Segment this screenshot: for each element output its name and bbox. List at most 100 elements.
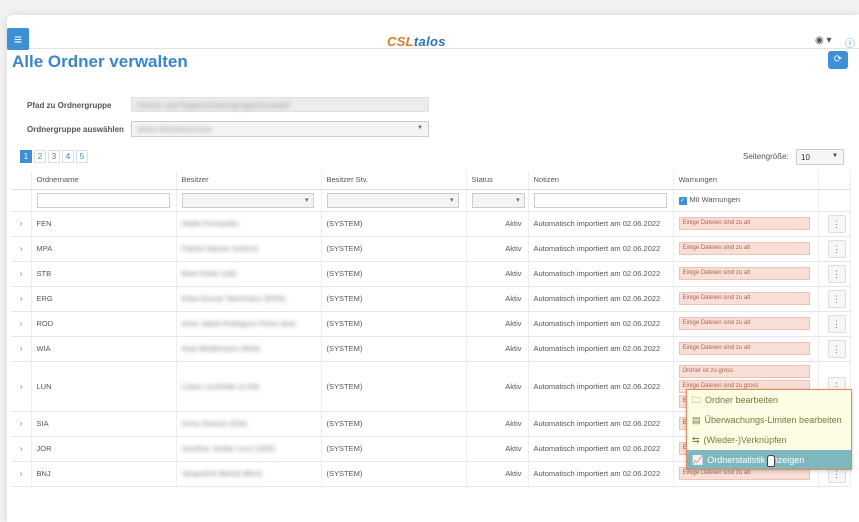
page-button[interactable]: 4 bbox=[62, 150, 74, 163]
expand-chevron-icon[interactable]: › bbox=[12, 261, 32, 287]
folder-name: BNJ bbox=[31, 461, 177, 487]
page-title: Alle Ordner verwalten bbox=[12, 52, 188, 71]
more-options-icon[interactable]: ⋮ bbox=[827, 339, 846, 358]
page-size-label: Seitengröße: bbox=[743, 152, 789, 161]
page-button[interactable]: 3 bbox=[48, 150, 60, 163]
expand-chevron-icon[interactable]: › bbox=[12, 411, 32, 437]
folder-name: STB bbox=[31, 261, 177, 287]
chevron-down-icon: ▼ bbox=[832, 153, 838, 159]
owner-name: Lukas Lunzhofer (LUN) bbox=[181, 381, 260, 391]
owner-name: Erika Gruner Steinmann (ERG) bbox=[181, 294, 286, 303]
brand-logo: CSLtalos bbox=[387, 34, 446, 49]
expand-chevron-icon[interactable]: › bbox=[12, 311, 32, 337]
expand-chevron-icon[interactable]: › bbox=[12, 336, 32, 362]
status-text: Aktiv bbox=[466, 236, 529, 262]
expand-chevron-icon[interactable]: › bbox=[12, 286, 32, 312]
name-filter-input[interactable] bbox=[36, 192, 170, 208]
page-button[interactable]: 2 bbox=[34, 150, 46, 163]
hamburger-menu-icon[interactable]: ≡ bbox=[7, 28, 29, 50]
owner-name: Haide Fernandez bbox=[181, 219, 240, 228]
warnings-checkbox[interactable]: ✓ bbox=[678, 196, 687, 205]
expand-chevron-icon[interactable]: › bbox=[12, 461, 32, 487]
owner-name: Jacqueline Benoit (BNJ) bbox=[181, 469, 262, 478]
owner-name: Anna Simonis (SIA) bbox=[181, 419, 247, 428]
page-button[interactable]: 5 bbox=[76, 150, 88, 163]
chevron-down-icon: ▼ bbox=[417, 125, 423, 131]
table-row[interactable]: › MPA Patrick Maurer (extern) (SYSTEM) A… bbox=[12, 236, 851, 262]
more-options-icon[interactable]: ⋮ bbox=[827, 314, 846, 333]
notes-text: Automatisch importiert am 02.06.2022 bbox=[528, 211, 674, 237]
path-label: Pfad zu Ordnergruppe bbox=[27, 101, 112, 110]
group-label: Ordnergruppe auswählen bbox=[27, 125, 124, 134]
context-menu-item[interactable]: ▤ Überwachungs-Limiten bearbeiten bbox=[687, 410, 851, 430]
deputy-name: (SYSTEM) bbox=[321, 211, 467, 237]
context-menu-item[interactable]: 🗀 Ordner bearbeiten bbox=[687, 390, 851, 410]
warning-badge: Einige Dateien sind zu alt bbox=[678, 217, 810, 230]
notes-text: Automatisch importiert am 02.06.2022 bbox=[528, 261, 674, 287]
expand-chevron-icon[interactable]: › bbox=[12, 361, 32, 412]
owner-name: Irene Jakob Rodriguez Perez (ext) bbox=[181, 319, 296, 328]
pagination: 12345 bbox=[20, 150, 90, 163]
notes-text: Automatisch importiert am 02.06.2022 bbox=[528, 311, 674, 337]
filter-row: ✓Mit Warnungen bbox=[12, 189, 851, 212]
folder-icon: 🗀 bbox=[692, 395, 702, 405]
col-besitzer-stv[interactable]: Besitzer Stv. bbox=[321, 171, 467, 190]
user-menu-icon[interactable]: ◉ ▾ bbox=[815, 35, 832, 46]
context-menu-item[interactable]: ⇆ (Wieder-)Verknüpfen bbox=[687, 430, 851, 450]
folder-name: MPA bbox=[31, 236, 177, 262]
deputy-name: (SYSTEM) bbox=[321, 261, 467, 287]
expand-chevron-icon[interactable]: › bbox=[12, 436, 32, 462]
folder-name: LUN bbox=[31, 361, 177, 412]
owner-name: Josefine Jordan Lenz (JOR) bbox=[181, 444, 275, 453]
col-ordnername[interactable]: Ordnername bbox=[31, 171, 177, 190]
status-filter-select[interactable] bbox=[471, 192, 525, 208]
notes-text: Automatisch importiert am 02.06.2022 bbox=[528, 436, 674, 462]
warning-badge: Einige Dateien sind zu alt bbox=[678, 292, 810, 305]
owner-name: Beat Huber (stb) bbox=[181, 269, 237, 278]
more-options-icon[interactable]: ⋮ bbox=[827, 264, 846, 283]
group-select[interactable]: aktive Betriebsordner ▼ bbox=[131, 121, 429, 137]
table-row[interactable]: › STB Beat Huber (stb) (SYSTEM) Aktiv Au… bbox=[12, 261, 851, 287]
more-options-icon[interactable]: ⋮ bbox=[827, 289, 846, 308]
folder-name: FEN bbox=[31, 211, 177, 237]
expand-chevron-icon[interactable]: › bbox=[12, 236, 32, 262]
table-header: Ordnername Besitzer Besitzer Stv. Status… bbox=[12, 171, 851, 190]
table-row[interactable]: › WIA Anja Wiedemann (WIA) (SYSTEM) Akti… bbox=[12, 336, 851, 362]
table-row[interactable]: › ERG Erika Gruner Steinmann (ERG) (SYST… bbox=[12, 286, 851, 312]
info-icon[interactable]: ⓘ bbox=[845, 35, 855, 50]
folder-name: JOR bbox=[31, 436, 177, 462]
limits-icon: ▤ bbox=[692, 415, 701, 425]
col-warnungen[interactable]: Warnungen bbox=[673, 171, 819, 190]
expand-chevron-icon[interactable]: › bbox=[12, 211, 32, 237]
status-text: Aktiv bbox=[466, 361, 529, 412]
deputy-name: (SYSTEM) bbox=[321, 236, 467, 262]
folder-name: WIA bbox=[31, 336, 177, 362]
more-options-icon[interactable]: ⋮ bbox=[827, 239, 846, 258]
table-row[interactable]: › ROD Irene Jakob Rodriguez Perez (ext) … bbox=[12, 311, 851, 337]
page-button[interactable]: 1 bbox=[20, 150, 32, 163]
path-field: Ordner und Regeln/Ordnergruppe/Auswahl bbox=[131, 97, 429, 112]
notes-text: Automatisch importiert am 02.06.2022 bbox=[528, 411, 674, 437]
table-row[interactable]: › FEN Haide Fernandez (SYSTEM) Aktiv Aut… bbox=[12, 211, 851, 237]
notes-filter-input[interactable] bbox=[533, 192, 667, 208]
col-besitzer[interactable]: Besitzer bbox=[176, 171, 322, 190]
deputy-name: (SYSTEM) bbox=[321, 461, 467, 487]
status-text: Aktiv bbox=[466, 311, 529, 337]
status-text: Aktiv bbox=[466, 261, 529, 287]
deputy-filter-select[interactable] bbox=[326, 192, 459, 208]
owner-filter-select[interactable] bbox=[181, 192, 314, 208]
col-notizen[interactable]: Notizen bbox=[528, 171, 674, 190]
status-text: Aktiv bbox=[466, 461, 529, 487]
notes-text: Automatisch importiert am 02.06.2022 bbox=[528, 336, 674, 362]
status-text: Aktiv bbox=[466, 411, 529, 437]
warning-badge: Ordner ist zu gross bbox=[678, 364, 810, 378]
deputy-name: (SYSTEM) bbox=[321, 311, 467, 337]
notes-text: Automatisch importiert am 02.06.2022 bbox=[528, 461, 674, 487]
more-options-icon[interactable]: ⋮ bbox=[827, 214, 846, 233]
link-icon: ⇆ bbox=[692, 435, 700, 445]
col-status[interactable]: Status bbox=[466, 171, 529, 190]
context-menu-label: (Wieder-)Verknüpfen bbox=[703, 435, 787, 445]
page-size-select[interactable]: 10 ▼ bbox=[796, 149, 844, 165]
deputy-name: (SYSTEM) bbox=[321, 336, 467, 362]
refresh-icon[interactable]: ⟳ bbox=[828, 51, 848, 69]
